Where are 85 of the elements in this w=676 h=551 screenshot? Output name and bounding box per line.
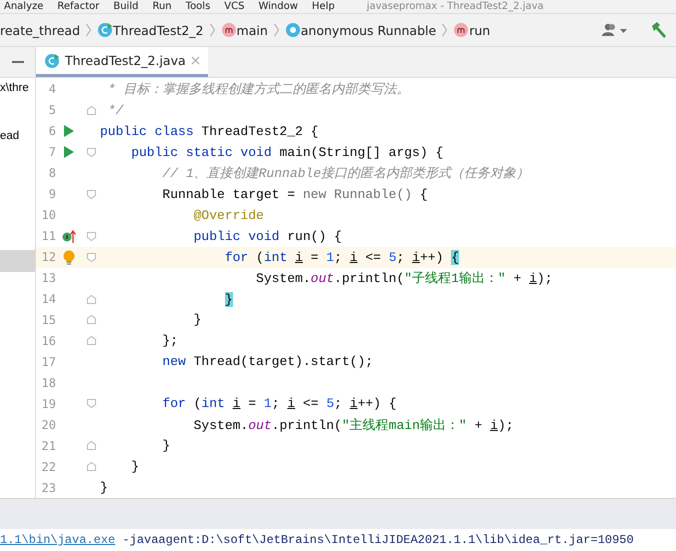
file-tab[interactable]: ThreadTest2_2.java	[36, 47, 208, 77]
lightbulb-icon[interactable]	[63, 250, 75, 265]
user-dropdown-icon[interactable]	[602, 23, 628, 37]
line-number: 8	[48, 166, 56, 180]
breadcrumb-item[interactable]: anonymous Runnable	[300, 20, 436, 40]
line-number: 20	[40, 418, 56, 432]
code-line: public void run() {	[192, 228, 342, 244]
code-line: @Override	[192, 208, 264, 223]
menu-item[interactable]: Tools	[186, 0, 210, 13]
project-tree-item[interactable]: x\thre	[0, 80, 35, 128]
class-icon	[44, 52, 60, 68]
breadcrumb-item[interactable]: reate_thread	[0, 20, 80, 40]
fold-marker-icon[interactable]	[86, 148, 96, 157]
line-number: 23	[40, 480, 56, 495]
line-number: 16	[40, 334, 56, 348]
code-line: System.out.println("主线程main输出：" + i);	[192, 416, 514, 434]
code-line: }	[192, 312, 202, 328]
implements-icon[interactable]	[62, 230, 76, 243]
class-icon	[97, 22, 114, 38]
hammer-icon[interactable]	[650, 21, 668, 39]
line-number: 9	[48, 187, 56, 202]
method-icon	[453, 22, 470, 38]
line-number: 15	[40, 312, 56, 327]
code-line: new Thread(target).start();	[161, 354, 374, 370]
breadcrumb-item[interactable]: run	[469, 20, 490, 40]
menu-item[interactable]: VCS	[224, 0, 244, 13]
close-icon[interactable]	[190, 56, 200, 65]
line-number: 13	[40, 271, 56, 286]
code-line: }	[100, 480, 108, 496]
line-number: 22	[40, 460, 56, 474]
window-title: javasepromax - ThreadTest2_2.java	[366, 0, 544, 13]
code-line: for (int i = 1; i <= 5; i++) {	[161, 396, 397, 412]
code-line: public static void main(String[] args) {	[130, 144, 444, 160]
code-line: * 目标：掌握多线程创建方式二的匿名内部类写法。	[106, 81, 410, 98]
line-number: 7	[48, 145, 56, 160]
line-number: 19	[40, 396, 56, 411]
fold-marker-icon[interactable]	[86, 315, 96, 324]
line-number: 12	[40, 250, 56, 264]
breadcrumb-item[interactable]: ThreadTest2_2	[113, 20, 204, 40]
code-line: };	[161, 333, 178, 348]
code-line: public class ThreadTest2_2 {	[100, 124, 318, 139]
menu-item[interactable]: Refactor	[57, 0, 100, 13]
fold-marker-icon[interactable]	[86, 462, 96, 472]
chevron-icon	[86, 23, 92, 37]
chevron-icon	[442, 23, 448, 37]
line-number: 11	[40, 229, 56, 244]
menu-item[interactable]: Analyze	[4, 0, 44, 13]
fold-marker-icon[interactable]	[86, 336, 96, 346]
menu-item[interactable]: Run	[152, 0, 172, 13]
selected-tree-row[interactable]	[0, 250, 35, 272]
chevron-icon	[274, 23, 279, 37]
fold-marker-icon[interactable]	[86, 252, 96, 262]
menu-item[interactable]: Window	[258, 0, 298, 13]
line-number: 14	[40, 292, 56, 306]
code-line: Runnable target = new Runnable() {	[161, 186, 428, 202]
line-number: 4	[48, 82, 56, 96]
line-number: 10	[40, 208, 56, 222]
method-icon	[220, 22, 237, 38]
anonymous-class-icon	[284, 22, 301, 38]
fold-marker-icon[interactable]	[86, 106, 96, 115]
code-line: }	[130, 459, 140, 474]
line-number: 18	[40, 376, 56, 390]
code-line: System.out.println("子线程1输出：" + i);	[255, 270, 552, 288]
console-link[interactable]: 1.1\bin\java.exe	[0, 533, 116, 547]
minimize-icon[interactable]	[12, 61, 24, 63]
line-number: 6	[48, 124, 56, 138]
menu-item[interactable]: Help	[312, 0, 335, 13]
line-number: 21	[40, 438, 56, 453]
run-icon[interactable]	[64, 146, 74, 158]
code-line: // 1、直接创建Runnable接口的匿名内部类形式（任务对象）	[161, 165, 530, 182]
chevron-icon	[210, 23, 215, 37]
run-icon[interactable]	[64, 125, 74, 138]
breadcrumb-item[interactable]: main	[236, 20, 268, 40]
code-line: */	[106, 102, 124, 118]
fold-marker-icon[interactable]	[86, 294, 96, 304]
fold-marker-icon[interactable]	[86, 399, 96, 408]
line-number: 5	[48, 103, 56, 118]
code-line: }	[161, 438, 170, 454]
fold-marker-icon[interactable]	[86, 190, 96, 199]
line-number: 17	[40, 354, 56, 369]
code-line: for (int i = 1; i <= 5; i++) {	[224, 250, 459, 265]
fold-marker-icon[interactable]	[86, 441, 96, 450]
project-tree-item[interactable]: ead	[0, 128, 35, 250]
fold-marker-icon[interactable]	[86, 232, 96, 241]
menu-item[interactable]: Build	[113, 0, 138, 13]
